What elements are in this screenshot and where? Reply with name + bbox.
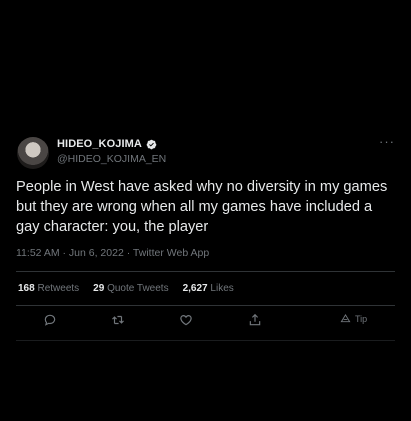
like-button[interactable] xyxy=(179,313,193,327)
heart-icon xyxy=(180,315,192,326)
tip-button[interactable]: Tip xyxy=(340,313,367,324)
avatar[interactable] xyxy=(17,137,49,169)
divider xyxy=(16,340,395,341)
retweets-count: 168 xyxy=(18,283,35,294)
tweet-actions: Tip xyxy=(0,313,411,333)
share-button[interactable] xyxy=(248,313,262,327)
author-handle[interactable]: @HIDEO_KOJIMA_EN xyxy=(57,153,166,165)
tweet-stats: 168 Retweets 29 Quote Tweets 2,627 Likes xyxy=(18,283,234,294)
retweets-stat[interactable]: 168 Retweets xyxy=(18,283,79,294)
likes-label: Likes xyxy=(210,283,234,294)
divider xyxy=(16,271,395,272)
likes-count: 2,627 xyxy=(182,283,208,294)
author-name-row: HIDEO_KOJIMA xyxy=(57,138,157,150)
retweets-label: Retweets xyxy=(37,283,80,294)
tip-icon xyxy=(340,313,351,323)
reply-button[interactable] xyxy=(43,313,57,327)
tweet-text: People in West have asked why no diversi… xyxy=(16,179,388,235)
tweet-card: HIDEO_KOJIMA @HIDEO_KOJIMA_EN ··· People… xyxy=(0,124,411,342)
retweet-icon xyxy=(112,315,124,325)
retweet-button[interactable] xyxy=(111,313,125,327)
verified-badge-icon xyxy=(146,139,157,149)
reply-icon xyxy=(44,314,56,326)
tweet-meta[interactable]: 11:52 AM · Jun 6, 2022 · Twitter Web App xyxy=(16,247,209,259)
share-icon xyxy=(249,313,261,326)
tip-label: Tip xyxy=(355,313,368,324)
quotes-count: 29 xyxy=(93,283,105,294)
likes-stat[interactable]: 2,627 Likes xyxy=(183,283,234,294)
quotes-stat[interactable]: 29 Quote Tweets xyxy=(93,283,168,294)
divider xyxy=(16,305,395,306)
quotes-label: Quote Tweets xyxy=(107,283,169,294)
author-name[interactable]: HIDEO_KOJIMA xyxy=(57,138,142,150)
more-options-icon[interactable]: ··· xyxy=(379,134,395,149)
